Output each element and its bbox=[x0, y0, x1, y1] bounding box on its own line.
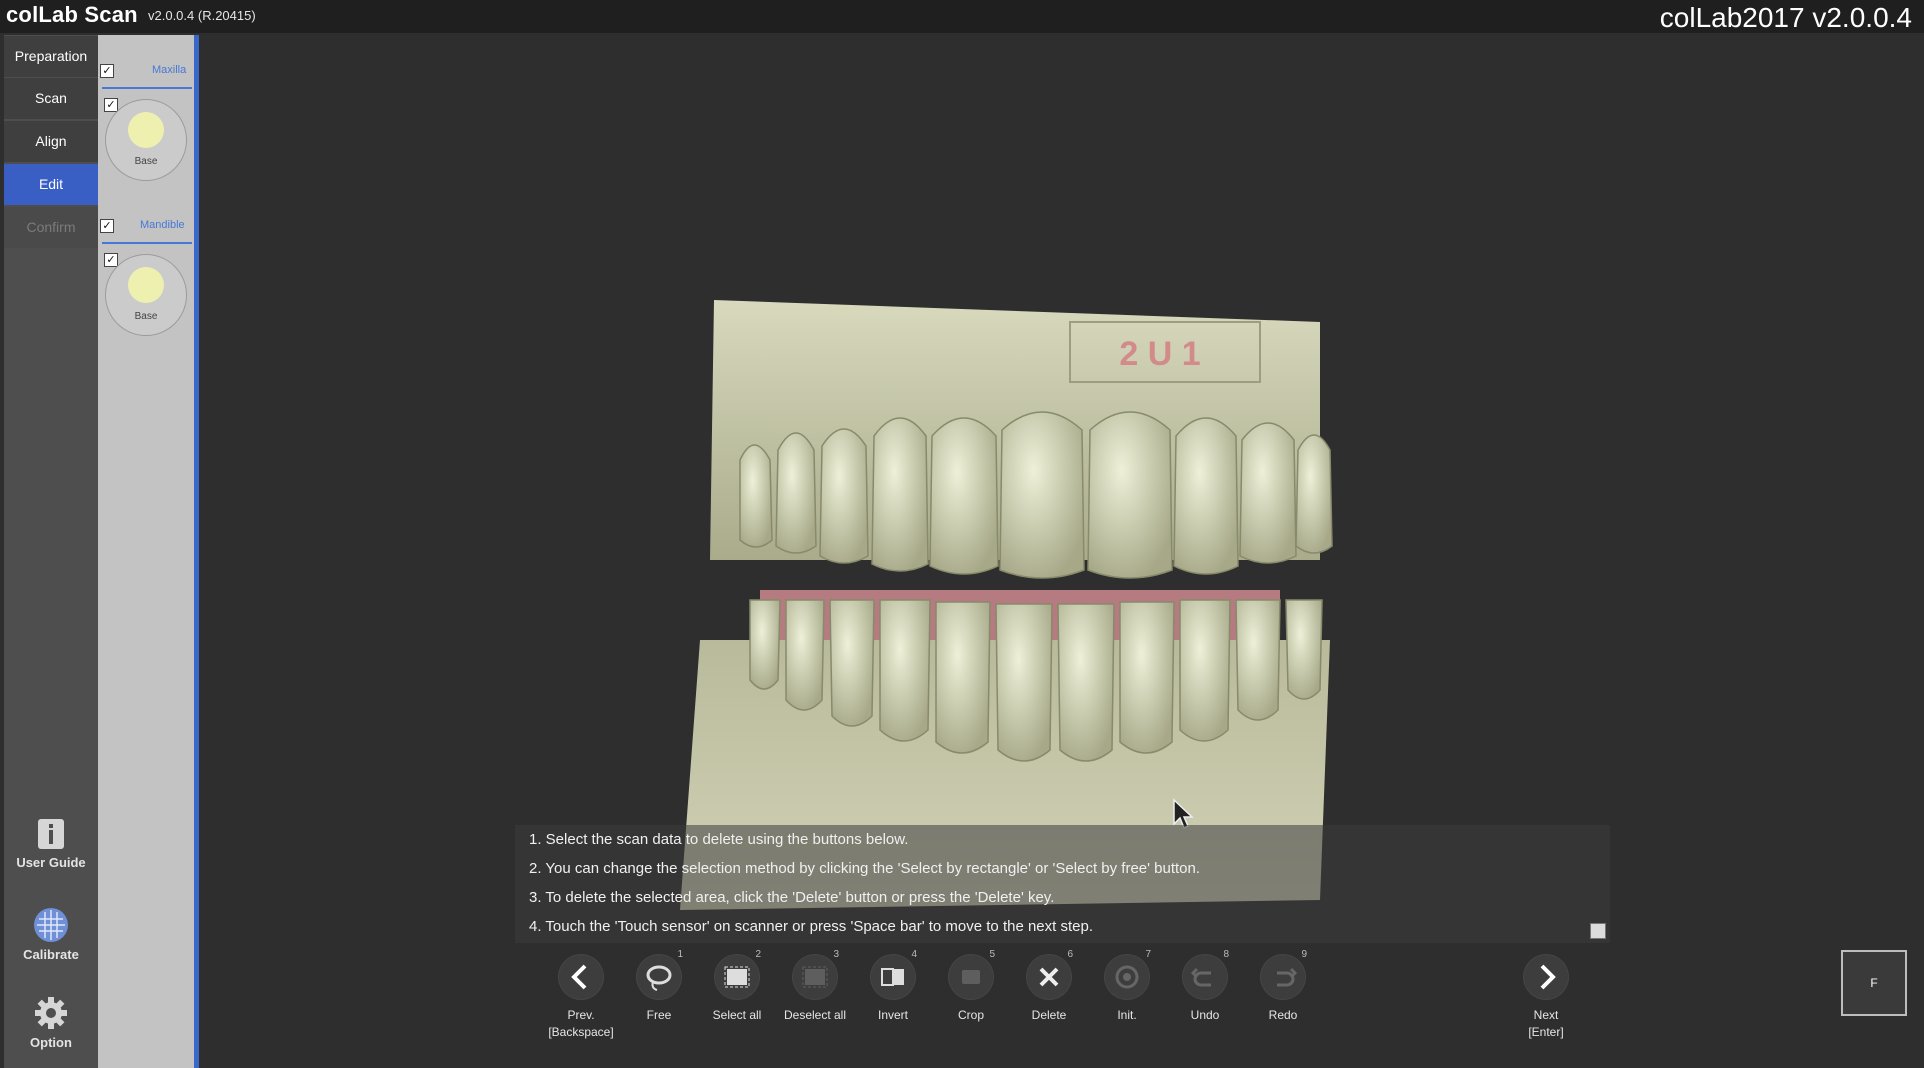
info-icon bbox=[38, 819, 64, 849]
calibrate-button[interactable]: Calibrate bbox=[4, 907, 98, 962]
undo-icon bbox=[1190, 967, 1211, 987]
mandible-base-node[interactable]: Base bbox=[105, 254, 187, 336]
delete-shortcut: 6 bbox=[1067, 949, 1073, 960]
step-align[interactable]: Align bbox=[4, 121, 98, 162]
free-shortcut: 1 bbox=[677, 949, 683, 960]
invert-shortcut: 4 bbox=[911, 949, 917, 960]
redo-label: Redo bbox=[1268, 1008, 1298, 1022]
instruction-3: 3. To delete the selected area, click th… bbox=[529, 889, 1055, 906]
step-scan[interactable]: Scan bbox=[4, 78, 98, 119]
gear-icon bbox=[35, 997, 67, 1029]
instruction-4: 4. Touch the 'Touch sensor' on scanner o… bbox=[529, 918, 1094, 935]
front-view-label: F bbox=[1870, 976, 1878, 990]
select-all-button[interactable]: 2 Select all bbox=[702, 949, 772, 1024]
select-all-icon bbox=[724, 966, 750, 988]
delete-label: Delete bbox=[1031, 1008, 1067, 1022]
collapse-instructions-button[interactable] bbox=[1590, 923, 1606, 939]
deselect-all-button[interactable]: 3 Deselect all bbox=[780, 949, 850, 1024]
step-confirm: Confirm bbox=[4, 207, 98, 248]
mandible-base-label: Base bbox=[134, 311, 158, 322]
option-label: Option bbox=[30, 1035, 72, 1050]
mandible-label: Mandible bbox=[140, 219, 185, 231]
mandible-underline bbox=[102, 242, 192, 244]
dental-model-3d[interactable]: 2 U 1 bbox=[460, 260, 1360, 920]
prev-button[interactable]: Prev. [Backspace] bbox=[546, 955, 616, 1041]
instructions-panel: 1. Select the scan data to delete using … bbox=[515, 825, 1610, 943]
redo-button[interactable]: 9 Redo bbox=[1248, 949, 1318, 1024]
app-version: v2.0.0.4 (R.20415) bbox=[148, 8, 256, 23]
invert-selection-icon bbox=[881, 968, 904, 986]
lasso-icon bbox=[646, 965, 672, 991]
next-key: [Enter] bbox=[1528, 1025, 1564, 1039]
data-tree-panel: ✓ Maxilla ✓ Base ✓ Mandible ✓ Base bbox=[98, 35, 194, 1068]
calibrate-label: Calibrate bbox=[23, 947, 79, 962]
step-preparation[interactable]: Preparation bbox=[4, 36, 98, 77]
arrow-left-icon bbox=[571, 964, 587, 990]
window-title: colLab2017 v2.0.0.4 bbox=[1659, 2, 1912, 33]
maxilla-label: Maxilla bbox=[152, 64, 187, 76]
app-name: colLab Scan bbox=[6, 2, 138, 27]
redo-icon bbox=[1277, 967, 1298, 987]
instruction-1: 1. Select the scan data to delete using … bbox=[529, 831, 909, 848]
maxilla-base-label: Base bbox=[134, 156, 158, 167]
maxilla-base-node[interactable]: Base bbox=[105, 99, 187, 181]
mandible-checkbox[interactable]: ✓ bbox=[100, 219, 114, 233]
user-guide-button[interactable]: User Guide bbox=[4, 817, 98, 870]
select-all-label: Select all bbox=[712, 1008, 762, 1022]
maxilla-base-color-dot bbox=[128, 112, 164, 148]
maxilla-base-checkbox[interactable]: ✓ bbox=[104, 98, 118, 112]
delete-button[interactable]: 6 Delete bbox=[1014, 949, 1084, 1024]
select-all-shortcut: 2 bbox=[755, 949, 761, 960]
init-label: Init. bbox=[1117, 1008, 1137, 1022]
free-label: Free bbox=[646, 1008, 672, 1022]
next-button[interactable]: Next [Enter] bbox=[1511, 955, 1581, 1041]
invert-button[interactable]: 4 Invert bbox=[858, 949, 928, 1024]
instruction-2: 2. You can change the selection method b… bbox=[529, 860, 1201, 877]
invert-label: Invert bbox=[877, 1008, 908, 1022]
prev-key: [Backspace] bbox=[548, 1025, 614, 1039]
deselect-all-icon bbox=[802, 966, 828, 988]
calibrate-grid-icon bbox=[34, 908, 68, 942]
reset-icon bbox=[1115, 965, 1139, 989]
crop-button[interactable]: 5 Crop bbox=[936, 949, 1006, 1024]
undo-button[interactable]: 8 Undo bbox=[1170, 949, 1240, 1024]
maxilla-underline bbox=[102, 87, 192, 89]
undo-label: Undo bbox=[1190, 1008, 1220, 1022]
maxilla-checkbox[interactable]: ✓ bbox=[100, 64, 114, 78]
option-button[interactable]: Option bbox=[4, 995, 98, 1050]
crop-icon bbox=[962, 970, 980, 984]
front-view-button[interactable]: F bbox=[1841, 950, 1907, 1016]
arrow-right-icon bbox=[1540, 964, 1556, 990]
next-label: Next bbox=[1533, 1008, 1559, 1022]
svg-text:2 U 1: 2 U 1 bbox=[1119, 335, 1200, 373]
deselect-all-label: Deselect all bbox=[783, 1008, 847, 1022]
init-button[interactable]: 7 Init. bbox=[1092, 949, 1162, 1024]
step-edit[interactable]: Edit bbox=[4, 164, 98, 205]
title-bar: colLab Scan v2.0.0.4 (R.20415) colLab201… bbox=[0, 0, 1924, 33]
user-guide-label: User Guide bbox=[16, 855, 86, 870]
prev-label: Prev. bbox=[567, 1008, 595, 1022]
free-select-button[interactable]: 1 Free bbox=[624, 949, 694, 1024]
crop-label: Crop bbox=[957, 1008, 984, 1022]
close-icon bbox=[1039, 967, 1059, 987]
mandible-base-color-dot bbox=[128, 267, 164, 303]
mandible-base-checkbox[interactable]: ✓ bbox=[104, 253, 118, 267]
step-menu: Preparation Scan Align Edit Confirm User… bbox=[4, 35, 98, 1068]
